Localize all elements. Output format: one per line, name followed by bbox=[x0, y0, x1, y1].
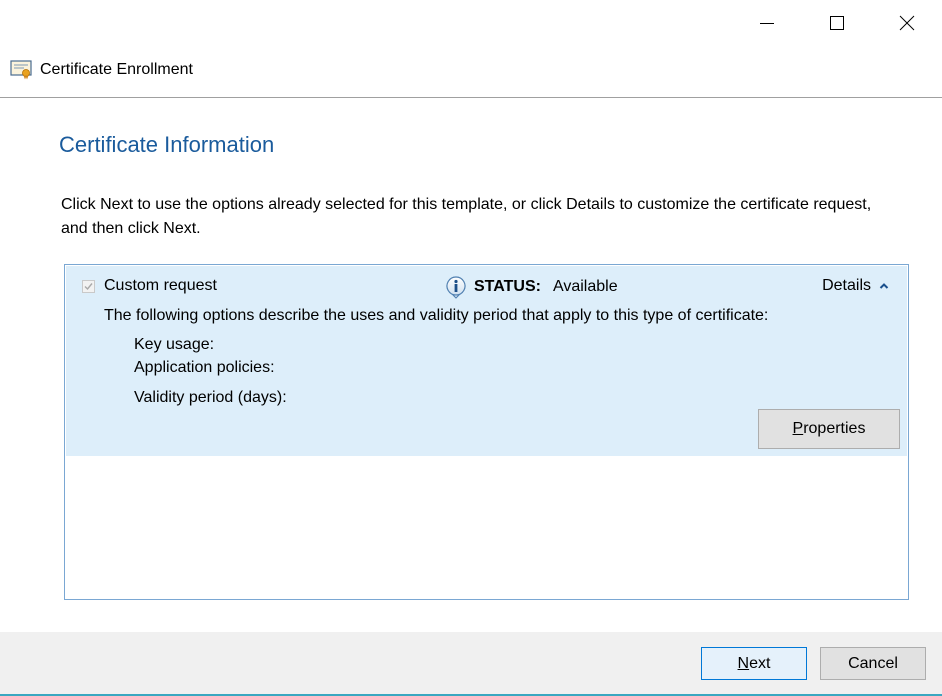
maximize-button[interactable] bbox=[802, 0, 872, 46]
footer: Next Cancel bbox=[0, 632, 942, 696]
application-policies-label: Application policies: bbox=[134, 359, 275, 376]
options-description: The following options describe the uses … bbox=[104, 307, 769, 324]
properties-button[interactable]: Properties bbox=[758, 409, 900, 449]
certificate-icon bbox=[10, 60, 32, 80]
key-usage-label: Key usage: bbox=[134, 336, 215, 353]
minimize-button[interactable] bbox=[732, 0, 802, 46]
close-icon bbox=[899, 15, 915, 31]
enrollment-item-custom-request[interactable]: Custom request STATUS: Available Details… bbox=[66, 266, 907, 456]
details-toggle[interactable]: Details bbox=[822, 277, 889, 295]
cancel-button[interactable]: Cancel bbox=[820, 647, 926, 680]
status-value: Available bbox=[552, 278, 618, 295]
enrollment-list: Custom request STATUS: Available Details… bbox=[64, 264, 909, 600]
validity-period-label: Validity period (days): bbox=[134, 389, 287, 406]
details-label: Details bbox=[822, 277, 871, 294]
header-divider bbox=[0, 97, 942, 98]
status-area: STATUS: Available bbox=[444, 274, 618, 300]
close-button[interactable] bbox=[872, 0, 942, 46]
certificate-enrollment-window: Certificate Enrollment Certificate Infor… bbox=[0, 0, 942, 696]
maximize-icon bbox=[830, 16, 844, 30]
chevron-up-icon bbox=[879, 283, 889, 289]
checkmark-icon bbox=[84, 283, 93, 291]
status-label: STATUS: bbox=[474, 278, 541, 295]
page-description: Click Next to use the options already se… bbox=[61, 196, 872, 237]
custom-request-checkbox[interactable] bbox=[82, 280, 95, 293]
properties-button-label: Properties bbox=[792, 420, 866, 437]
window-controls bbox=[732, 0, 942, 46]
app-title: Certificate Enrollment bbox=[40, 61, 193, 78]
page-title: Certificate Information bbox=[59, 132, 275, 157]
app-header: Certificate Enrollment bbox=[10, 58, 193, 82]
cancel-button-label: Cancel bbox=[848, 654, 898, 672]
next-button[interactable]: Next bbox=[701, 647, 807, 680]
item-name: Custom request bbox=[104, 277, 217, 294]
next-button-label: Next bbox=[737, 654, 771, 672]
info-icon bbox=[446, 276, 466, 299]
minimize-icon bbox=[760, 23, 774, 24]
